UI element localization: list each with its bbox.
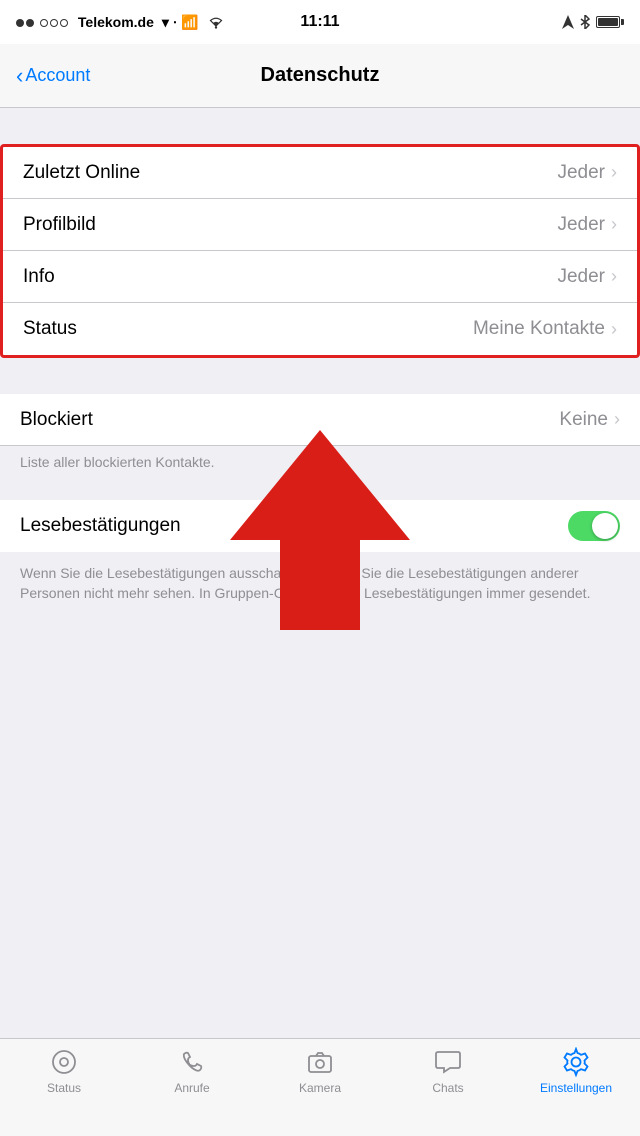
tab-chats[interactable]: Chats <box>384 1047 512 1095</box>
page-title: Datenschutz <box>261 64 380 87</box>
profilbild-value: Jeder › <box>557 214 617 236</box>
chevron-right-icon: › <box>614 409 620 430</box>
tab-status-label: Status <box>47 1081 81 1095</box>
zuletzt-online-label: Zuletzt Online <box>23 162 140 184</box>
blockiert-value: Keine › <box>559 409 620 431</box>
zuletzt-online-row[interactable]: Zuletzt Online Jeder › <box>3 147 637 199</box>
tab-anrufe-label: Anrufe <box>174 1081 209 1095</box>
chevron-right-icon: › <box>611 266 617 287</box>
blockiert-label: Blockiert <box>20 409 93 431</box>
bluetooth-icon <box>580 15 590 29</box>
section-gap-top <box>0 108 640 144</box>
lesebestatigungen-label: Lesebestätigungen <box>20 515 181 537</box>
status-icon <box>50 1048 78 1076</box>
status-bar: Telekom.de ▾ ⋅ 📶 11:11 <box>0 0 640 44</box>
back-chevron-icon: ‹ <box>16 65 23 87</box>
einstellungen-tab-icon <box>561 1047 591 1077</box>
chevron-right-icon: › <box>611 162 617 183</box>
tab-kamera-label: Kamera <box>299 1081 341 1095</box>
zuletzt-online-value: Jeder › <box>557 162 617 184</box>
privacy-settings-group: Zuletzt Online Jeder › Profilbild Jeder … <box>0 144 640 358</box>
lesebestatigungen-note: Wenn Sie die Lesebestätigungen ausschalt… <box>0 552 640 619</box>
section-gap-mid <box>0 358 640 394</box>
chevron-right-icon: › <box>611 214 617 235</box>
chevron-right-icon: › <box>611 319 617 340</box>
blockiert-note: Liste aller blockierten Kontakte. <box>0 446 640 480</box>
phone-icon <box>178 1048 206 1076</box>
toggle-knob <box>592 513 618 539</box>
info-value: Jeder › <box>557 266 617 288</box>
status-value: Meine Kontakte › <box>473 318 617 340</box>
tab-chats-label: Chats <box>432 1081 463 1095</box>
info-label: Info <box>23 266 55 288</box>
tab-bar: Status Anrufe Kamera Chats <box>0 1038 640 1136</box>
lesebestatigungen-toggle[interactable] <box>568 511 620 541</box>
gear-icon <box>561 1047 591 1077</box>
signal-dots <box>16 14 70 30</box>
info-row[interactable]: Info Jeder › <box>3 251 637 303</box>
camera-icon <box>306 1048 334 1076</box>
tab-anrufe[interactable]: Anrufe <box>128 1047 256 1095</box>
nav-bar: ‹ Account Datenschutz <box>0 44 640 108</box>
tab-kamera[interactable]: Kamera <box>256 1047 384 1095</box>
tab-einstellungen[interactable]: Einstellungen <box>512 1047 640 1095</box>
location-icon <box>562 15 574 29</box>
status-time: 11:11 <box>300 13 339 31</box>
carrier-label: Telekom.de <box>78 14 154 30</box>
profilbild-label: Profilbild <box>23 214 96 236</box>
back-label: Account <box>25 65 90 86</box>
battery-indicator <box>596 16 624 28</box>
kamera-tab-icon <box>305 1047 335 1077</box>
section-gap-small <box>0 480 640 500</box>
tab-einstellungen-label: Einstellungen <box>540 1081 612 1095</box>
back-button[interactable]: ‹ Account <box>16 65 90 87</box>
tab-status[interactable]: Status <box>0 1047 128 1095</box>
blockiert-row[interactable]: Blockiert Keine › <box>0 394 640 446</box>
status-row[interactable]: Status Meine Kontakte › <box>3 303 637 355</box>
status-label: Status <box>23 318 77 340</box>
wifi-icon: ▾ ⋅ 📶 <box>162 14 199 31</box>
anrufe-tab-icon <box>177 1047 207 1077</box>
profilbild-row[interactable]: Profilbild Jeder › <box>3 199 637 251</box>
chat-icon <box>434 1048 462 1076</box>
wifi-icon-svg <box>207 15 225 29</box>
status-bar-right <box>562 15 624 29</box>
status-tab-icon <box>49 1047 79 1077</box>
status-bar-left: Telekom.de ▾ ⋅ 📶 <box>16 14 225 31</box>
lesebestatigungen-row[interactable]: Lesebestätigungen <box>0 500 640 552</box>
chats-tab-icon <box>433 1047 463 1077</box>
